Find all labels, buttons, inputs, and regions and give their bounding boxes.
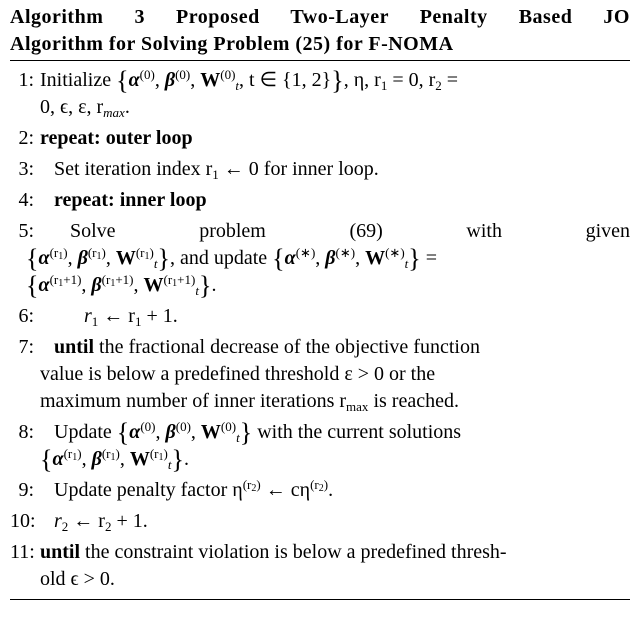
step-10: 10: r2 ← r2 + 1. xyxy=(10,508,630,535)
rule-bottom xyxy=(10,599,630,600)
algorithm-title: Algorithm 3 Proposed Two-Layer Penalty B… xyxy=(10,4,630,58)
step-1: 1: Initialize {α(0), β(0), W(0)t, t ∈ {1… xyxy=(10,67,630,121)
step-7: 7: until the fractional decrease of the … xyxy=(10,334,630,415)
rule-top xyxy=(10,60,630,61)
step-2: 2: repeat: outer loop xyxy=(10,125,630,152)
algorithm-block: { "title_l1_prefix": "Algorithm 3", "tit… xyxy=(0,0,640,610)
step-4: 4: repeat: inner loop xyxy=(10,187,630,214)
step-11: 11: until the constraint violation is be… xyxy=(10,539,630,593)
step-9: 9: Update penalty factor η(r2) ← cη(r2). xyxy=(10,477,630,504)
step-3: 3: Set iteration index r1 ← 0 for inner … xyxy=(10,156,630,183)
step-5: 5: Solve problem (69) with given {α(r1),… xyxy=(10,218,630,299)
step-6: 6: r1 ← r1 + 1. xyxy=(10,303,630,330)
step-8: 8: Update {α(0), β(0), W(0)t} with the c… xyxy=(10,419,630,473)
algorithm-number: Algorithm 3 xyxy=(10,6,145,28)
algorithm-steps: 1: Initialize {α(0), β(0), W(0)t, t ∈ {1… xyxy=(10,67,630,593)
